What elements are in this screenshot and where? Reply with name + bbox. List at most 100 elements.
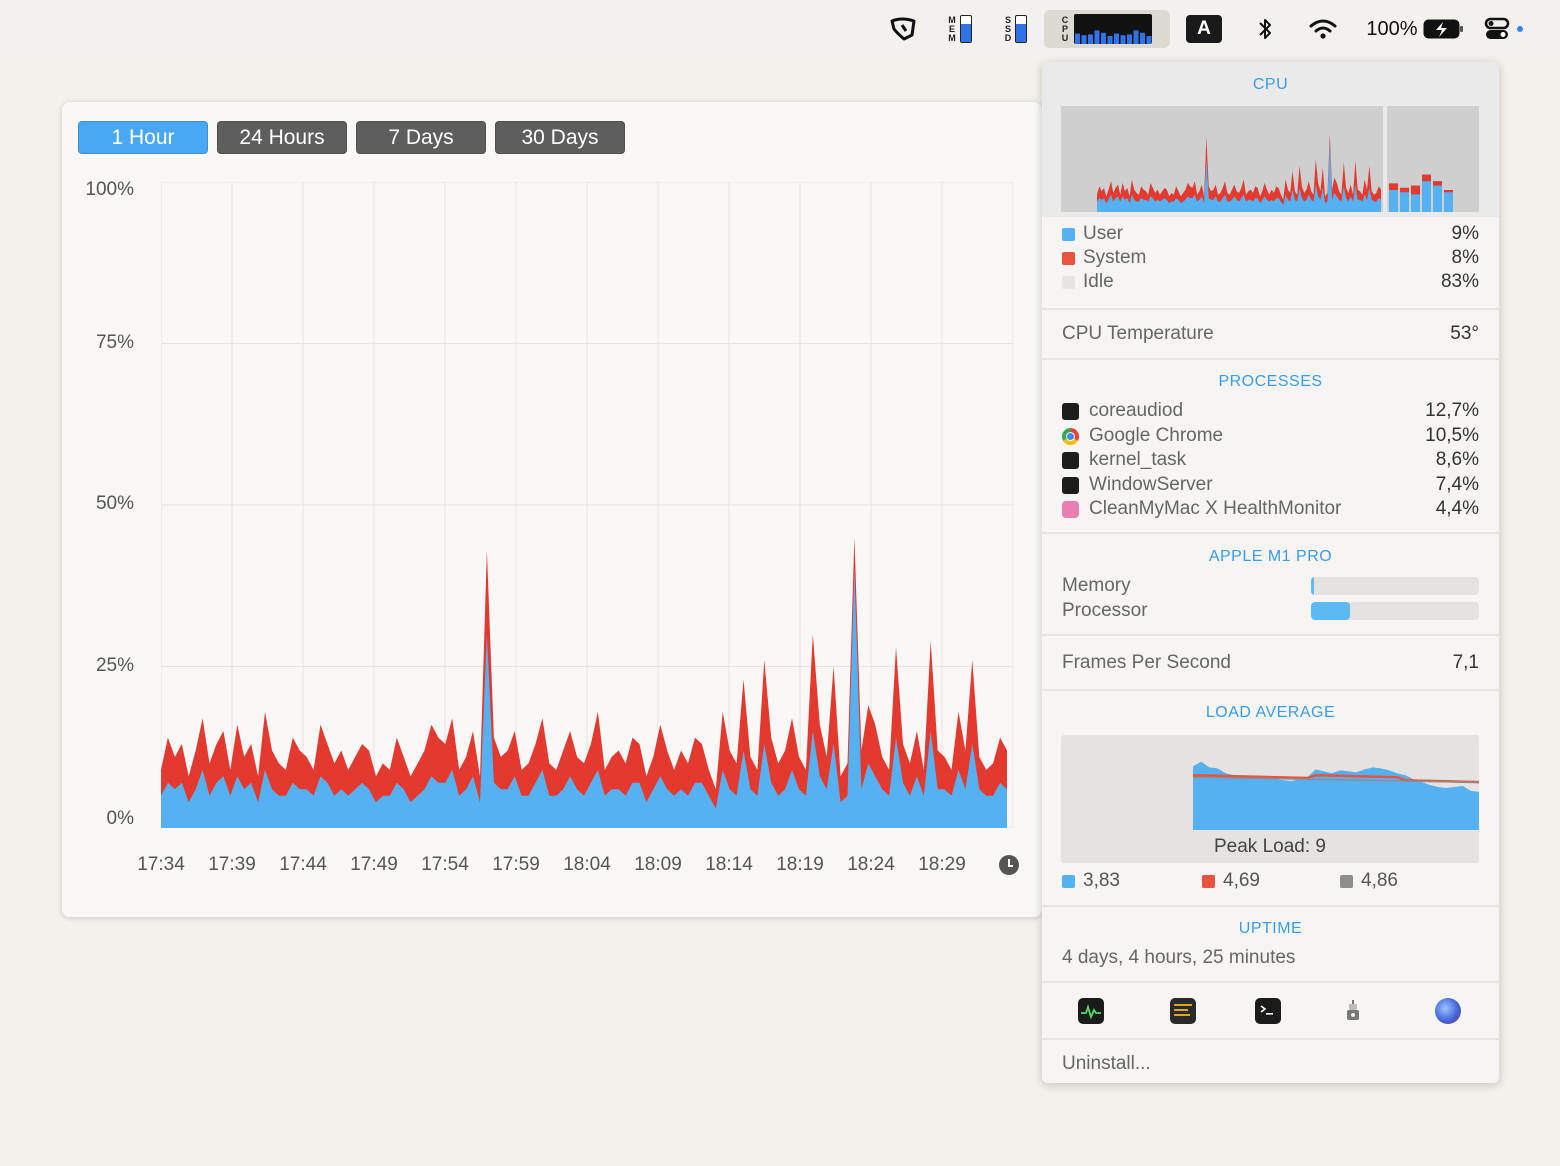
uptime-row: 4 days, 4 hours, 25 minutes — [1062, 947, 1296, 968]
system-color-swatch — [1062, 251, 1075, 265]
x-tick-label: 17:54 — [421, 854, 469, 875]
core-bar-user — [1433, 181, 1442, 212]
processes-section-title: PROCESSES — [1218, 373, 1323, 390]
system-info-icon[interactable] — [1340, 998, 1366, 1024]
x-tick-label: 18:24 — [847, 854, 895, 875]
cpu-idle-row: Idle 83% — [1062, 270, 1479, 294]
mini-cpu-bar — [1107, 36, 1113, 44]
load-legend-1min: 3,83 — [1062, 870, 1120, 892]
console-icon[interactable] — [1170, 998, 1196, 1024]
menu-bar: MEM SSD CPU A 100% — [0, 0, 1560, 58]
cpu-history-chart — [161, 182, 1013, 828]
core-bar-system — [1444, 190, 1453, 193]
system-cpu-series — [161, 537, 1007, 828]
peak-load-label: Peak Load: 9 — [1214, 836, 1326, 857]
y-tick-label: 75% — [95, 332, 134, 353]
process-row[interactable]: CleanMyMac X HealthMonitor 4,4% — [1062, 497, 1479, 521]
ssd-gauge[interactable]: SSD — [994, 10, 1038, 48]
battery-charging-icon[interactable] — [1422, 10, 1466, 48]
control-center-icon[interactable] — [1482, 10, 1526, 48]
load-average-section-title: LOAD AVERAGE — [1205, 704, 1336, 721]
x-tick-label: 17:44 — [279, 854, 327, 875]
cpu-menu-item[interactable]: CPU — [1044, 10, 1170, 48]
mini-cpu-bar — [1114, 33, 1120, 44]
y-tick-label: 50% — [95, 493, 134, 514]
cpu-summary-chart — [1061, 106, 1479, 212]
x-tick-label: 18:14 — [705, 854, 753, 875]
range-7-days-button[interactable]: 7 Days — [356, 121, 486, 154]
legend-swatch — [1062, 874, 1075, 888]
x-tick-label: 18:19 — [776, 854, 824, 875]
wifi-icon[interactable] — [1304, 10, 1342, 48]
battery-percent[interactable]: 100% — [1364, 10, 1420, 48]
core-bar-system — [1433, 181, 1442, 186]
x-tick-label: 18:29 — [918, 854, 966, 875]
chrome-icon — [1062, 427, 1079, 445]
cpu-temperature-row: CPU Temperature 53° — [1062, 323, 1479, 344]
mini-cpu-bar — [1081, 35, 1087, 44]
terminal-icon — [1062, 451, 1079, 469]
x-tick-label: 17:39 — [208, 854, 256, 875]
load-legend-5min: 4,69 — [1202, 870, 1260, 892]
memory-usage-bar — [1311, 577, 1479, 595]
idle-color-swatch — [1062, 275, 1075, 289]
user-color-swatch — [1062, 227, 1075, 241]
x-tick-label: 17:59 — [492, 854, 540, 875]
ssd-gauge-icon — [1015, 15, 1028, 43]
divider — [1042, 308, 1499, 310]
range-1-hour-button[interactable]: 1 Hour — [78, 121, 208, 154]
process-row[interactable]: coreaudiod 12,7% — [1062, 399, 1479, 423]
mem-label: MEM — [948, 14, 956, 43]
divider — [1042, 358, 1499, 360]
terminal-icon[interactable] — [1255, 998, 1281, 1024]
process-row[interactable]: kernel_task 8,6% — [1062, 448, 1479, 472]
processor-usage-bar — [1311, 602, 1479, 620]
mini-cpu-bar — [1088, 34, 1094, 44]
range-30-days-button[interactable]: 30 Days — [495, 121, 625, 154]
mini-cpu-bar — [1146, 36, 1152, 44]
divider — [1042, 1038, 1499, 1040]
legend-swatch — [1202, 874, 1215, 888]
y-tick-label: 100% — [85, 179, 134, 200]
activity-monitor-icon[interactable] — [1078, 998, 1104, 1024]
legend-swatch — [1340, 874, 1353, 888]
mini-cpu-bar — [1075, 33, 1081, 44]
core-bar-system — [1389, 183, 1398, 190]
divider — [1042, 689, 1499, 691]
cleanmymac-app-icon[interactable] — [1435, 998, 1461, 1024]
core-bar-system — [1422, 174, 1431, 182]
monitor-icon[interactable] — [884, 10, 922, 48]
cpu-graph-icon — [1074, 14, 1153, 44]
x-tick-label: 18:09 — [634, 854, 682, 875]
input-source-icon[interactable]: A — [1185, 10, 1223, 48]
process-row[interactable]: WindowServer 7,4% — [1062, 473, 1479, 497]
memory-gauge-icon — [959, 15, 972, 43]
uptime-section-title: UPTIME — [1238, 920, 1303, 937]
uninstall-menu-item[interactable]: Uninstall... — [1062, 1052, 1479, 1076]
load-average-chart — [1192, 761, 1479, 830]
clock-icon[interactable] — [999, 855, 1019, 875]
cpu-history-window: 1 Hour 24 Hours 7 Days 30 Days 100% 75% … — [62, 102, 1042, 917]
divider — [1042, 532, 1499, 534]
range-24-hours-button[interactable]: 24 Hours — [217, 121, 347, 154]
core-bar-system — [1411, 185, 1420, 195]
chip-section-title: APPLE M1 PRO — [1208, 548, 1333, 565]
mini-cpu-bar — [1140, 32, 1146, 44]
mini-cpu-bar — [1127, 34, 1133, 44]
cpu-dropdown-panel: CPU User 9% System 8% Idle 83% CPU Tempe… — [1042, 62, 1499, 1083]
y-tick-label: 0% — [106, 808, 134, 829]
y-tick-label: 25% — [95, 655, 134, 676]
memory-gauge[interactable]: MEM — [938, 10, 982, 48]
bluetooth-icon[interactable] — [1250, 10, 1280, 48]
cleanmymac-icon — [1062, 500, 1079, 518]
processor-usage-fill — [1311, 602, 1350, 620]
core-bar-user — [1444, 190, 1453, 212]
load-1min-series — [1193, 761, 1479, 830]
process-row[interactable]: Google Chrome 10,5% — [1062, 424, 1479, 448]
divider — [1042, 981, 1499, 983]
mini-cpu-bar — [1120, 35, 1126, 44]
x-tick-label: 18:04 — [563, 854, 611, 875]
divider — [1042, 905, 1499, 907]
cpu-user-row: User 9% — [1062, 222, 1479, 246]
memory-usage-fill — [1311, 577, 1315, 595]
